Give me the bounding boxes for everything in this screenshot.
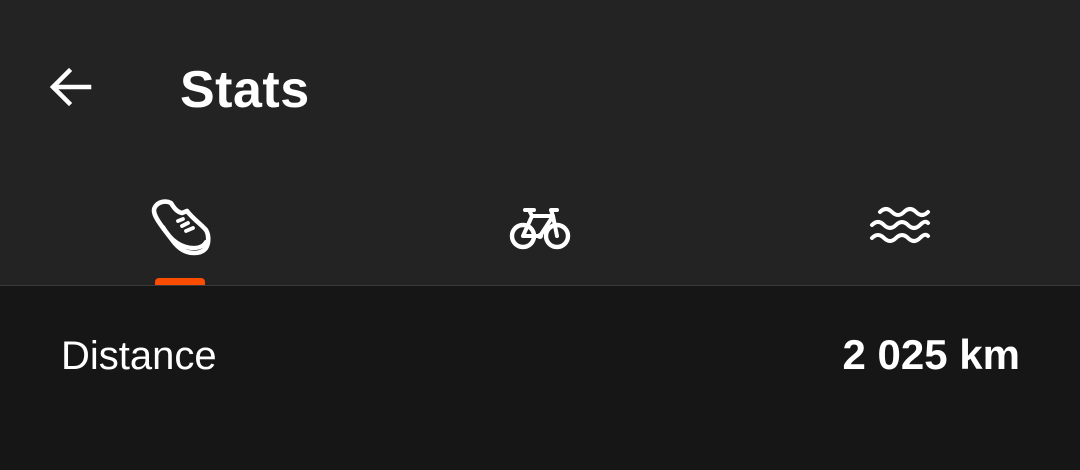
stat-label: Distance (61, 334, 217, 378)
water-waves-icon (866, 192, 934, 260)
stat-row-distance: Distance 2 025 km (0, 286, 1080, 420)
running-shoe-icon (146, 192, 214, 260)
back-button[interactable] (30, 46, 112, 128)
page-title: Stats (180, 61, 310, 119)
tab-run[interactable] (0, 170, 360, 286)
tab-swim[interactable] (720, 170, 1080, 286)
tab-ride[interactable] (360, 170, 720, 286)
arrow-left-icon (49, 67, 92, 107)
bicycle-icon (506, 192, 574, 260)
app-header: Stats (0, 0, 1080, 286)
sport-tabs (0, 170, 1080, 286)
stat-value: 2 025 km (842, 331, 1020, 378)
